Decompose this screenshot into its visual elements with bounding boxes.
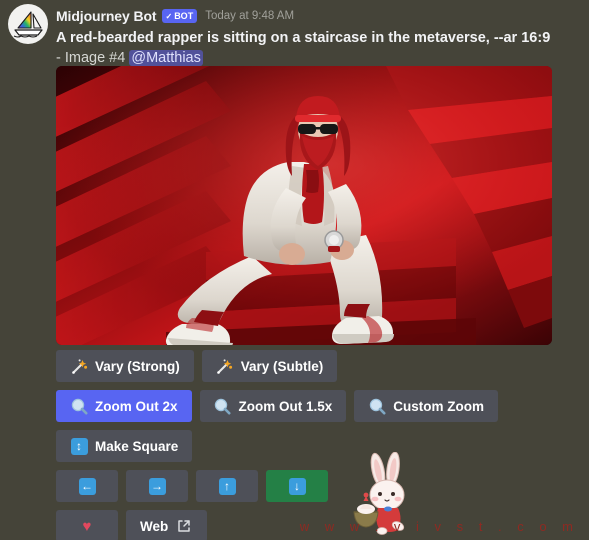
pan-right-button[interactable]: → <box>126 470 188 502</box>
zoom-out-2x-button[interactable]: Zoom Out 2x <box>56 390 192 422</box>
component-row-2: Zoom Out 2x Zoom Out 1.5x Custom Zoom <box>56 390 556 422</box>
heart-icon: ♥ <box>78 517 96 535</box>
pan-left-button[interactable]: ← <box>56 470 118 502</box>
user-mention[interactable]: @Matthias <box>129 50 203 66</box>
magnifier-icon <box>70 397 88 415</box>
avatar[interactable] <box>8 4 48 44</box>
arrow-left-glyph: ← <box>78 477 96 495</box>
message-timestamp: Today at 9:48 AM <box>205 10 295 22</box>
web-label: Web <box>140 518 169 534</box>
midjourney-image <box>56 66 552 345</box>
magic-wand-icon <box>70 357 88 375</box>
make-square-label: Make Square <box>95 438 179 454</box>
discord-message: Midjourney Bot ✓ BOT Today at 9:48 AM A r… <box>0 0 589 68</box>
zoom-out-2x-label: Zoom Out 2x <box>95 398 178 414</box>
pan-up-button[interactable]: ↑ <box>196 470 258 502</box>
magnifier-icon <box>368 397 386 415</box>
favorite-button[interactable]: ♥ <box>56 510 118 540</box>
component-row-3: ↕ Make Square <box>56 430 556 462</box>
up-down-arrow-icon: ↕ <box>70 437 88 455</box>
arrow-down-icon: ↓ <box>288 477 306 495</box>
make-square-button[interactable]: ↕ Make Square <box>56 430 193 462</box>
magic-wand-icon <box>216 357 234 375</box>
magnifier-icon <box>214 397 232 415</box>
message-author[interactable]: Midjourney Bot <box>56 8 157 24</box>
web-button[interactable]: Web <box>126 510 208 540</box>
arrow-left-icon: ← <box>78 477 96 495</box>
zoom-out-15x-button[interactable]: Zoom Out 1.5x <box>199 390 347 422</box>
vary-subtle-button[interactable]: Vary (Subtle) <box>201 350 338 382</box>
arrow-right-icon: → <box>148 477 166 495</box>
external-link-icon <box>175 517 193 535</box>
arrow-up-icon: ↑ <box>218 477 236 495</box>
vary-strong-button[interactable]: Vary (Strong) <box>56 350 194 382</box>
message-components: Vary (Strong) Vary (Subtle) Zoom Out 2x … <box>56 350 556 540</box>
heart-glyph: ♥ <box>82 517 92 535</box>
arrow-down-glyph: ↓ <box>288 477 306 495</box>
bot-badge-label: BOT <box>174 10 194 21</box>
pan-down-button[interactable]: ↓ <box>266 470 328 502</box>
arrow-right-glyph: → <box>148 477 166 495</box>
component-row-4: ← → ↑ ↓ <box>56 470 556 502</box>
vary-strong-label: Vary (Strong) <box>95 358 180 374</box>
vary-subtle-label: Vary (Subtle) <box>240 358 324 374</box>
prompt-text: A red-bearded rapper is sitting on a sta… <box>56 30 551 46</box>
zoom-out-15x-label: Zoom Out 1.5x <box>238 398 333 414</box>
custom-zoom-button[interactable]: Custom Zoom <box>354 390 499 422</box>
component-row-1: Vary (Strong) Vary (Subtle) <box>56 350 556 382</box>
custom-zoom-label: Custom Zoom <box>393 398 485 414</box>
sailboat-icon <box>13 11 43 38</box>
message-content: A red-bearded rapper is sitting on a sta… <box>56 28 556 68</box>
generated-image-attachment[interactable] <box>56 66 552 345</box>
message-header: Midjourney Bot ✓ BOT Today at 9:48 AM <box>56 6 589 26</box>
verified-check-icon: ✓ <box>165 11 173 21</box>
site-watermark: w w w . v i v s t . c o m <box>299 519 579 534</box>
up-down-arrow-glyph: ↕ <box>70 437 88 455</box>
image-index-text: - Image #4 <box>56 50 130 66</box>
bot-badge: ✓ BOT <box>162 9 198 23</box>
arrow-up-glyph: ↑ <box>218 477 236 495</box>
